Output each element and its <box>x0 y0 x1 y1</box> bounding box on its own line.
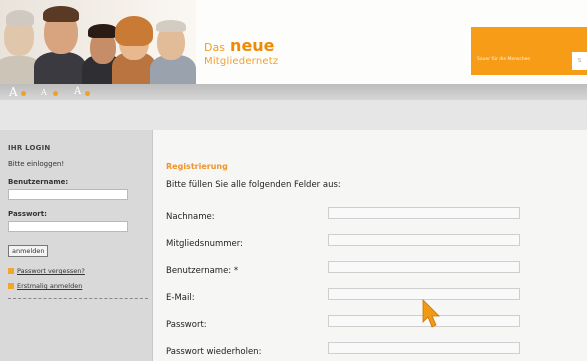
member-number-input[interactable] <box>328 234 520 246</box>
sidebar-divider <box>8 298 148 299</box>
password-repeat-input[interactable] <box>328 342 520 354</box>
font-size-large-button[interactable]: A <box>9 85 18 99</box>
slogan-box: Sauer für die Menschen S <box>471 27 587 75</box>
login-prompt: Bitte einloggen! <box>8 160 65 168</box>
lastname-label: Nachname: <box>166 212 215 222</box>
site-header: Das neue Mitgliedernetz Sauer für die Me… <box>0 0 587 84</box>
mouse-pointer-icon <box>422 299 440 328</box>
form-intro: Bitte füllen Sie alle folgenden Felder a… <box>166 180 341 190</box>
font-size-dot-icon <box>85 91 90 96</box>
header-people-photo <box>0 0 196 84</box>
page-title: Registrierung <box>166 162 228 171</box>
font-size-dot-icon <box>21 91 26 96</box>
brand-highlight: neue <box>230 36 275 55</box>
font-size-bar: A A A <box>0 84 587 100</box>
first-login-label: Erstmalig anmelden <box>17 282 83 290</box>
member-number-label: Mitgliedsnummer: <box>166 239 243 249</box>
password-input[interactable] <box>8 221 128 232</box>
font-size-small-button[interactable]: A <box>41 88 47 97</box>
brand-prefix: Das <box>204 41 225 54</box>
brand-suffix: Mitgliedernetz <box>204 56 279 67</box>
login-heading: IHR LOGIN <box>8 144 51 152</box>
link-bullet-icon <box>8 283 14 289</box>
font-size-medium-button[interactable]: A <box>74 86 81 97</box>
login-button[interactable]: anmelden <box>8 245 49 257</box>
first-login-link[interactable]: Erstmalig anmelden <box>8 282 152 290</box>
login-sidebar: IHR LOGIN Bitte einloggen! Benutzername:… <box>0 130 153 361</box>
font-size-dot-icon <box>53 91 58 96</box>
email-label: E-Mail: <box>166 293 195 303</box>
forgot-password-link[interactable]: Passwort vergessen? <box>8 267 152 275</box>
partner-logo-icon: S <box>572 52 587 70</box>
password-repeat-label: Passwort wiederholen: <box>166 347 262 357</box>
slogan-text: Sauer für die Menschen <box>477 57 531 62</box>
username-reg-label: Benutzername: * <box>166 266 239 276</box>
username-label: Benutzername: <box>8 178 69 186</box>
registration-panel: Registrierung Bitte füllen Sie alle folg… <box>153 130 587 361</box>
password-label: Passwort: <box>8 210 47 218</box>
forgot-password-label: Passwort vergessen? <box>17 267 85 275</box>
password-reg-label: Passwort: <box>166 320 207 330</box>
brand-logo: Das neue Mitgliedernetz <box>204 38 278 67</box>
link-bullet-icon <box>8 268 14 274</box>
lastname-input[interactable] <box>328 207 520 219</box>
nav-band <box>0 100 587 130</box>
username-input[interactable] <box>8 189 128 200</box>
username-reg-input[interactable] <box>328 261 520 273</box>
